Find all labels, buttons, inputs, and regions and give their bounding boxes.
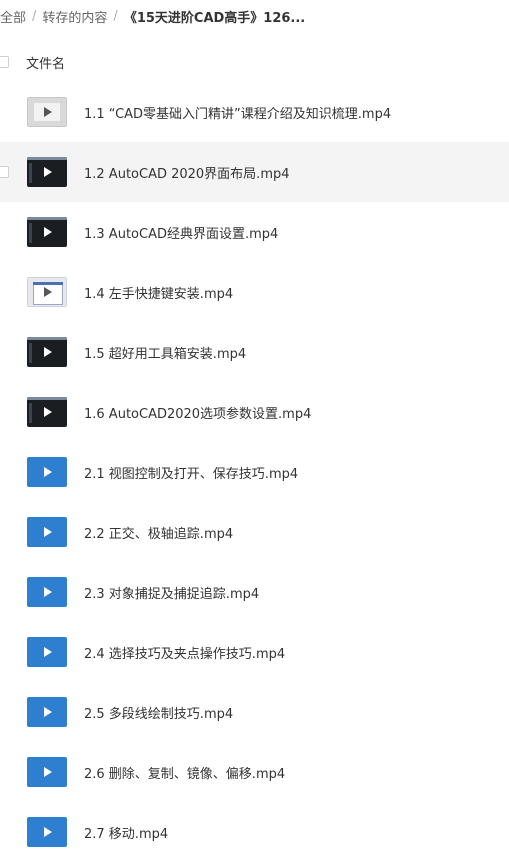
file-row[interactable]: 1.3 AutoCAD经典界面设置.mp4 (0, 202, 509, 262)
file-name-link[interactable]: 1.4 左手快捷键安装.mp4 (84, 283, 233, 302)
file-name-link[interactable]: 2.2 正交、极轴追踪.mp4 (84, 523, 233, 542)
file-row[interactable]: 1.1 “CAD零基础入门精讲”课程介绍及知识梳理.mp4 (0, 82, 509, 142)
play-icon (44, 467, 52, 477)
file-name-link[interactable]: 2.1 视图控制及打开、保存技巧.mp4 (84, 463, 298, 482)
file-name-link[interactable]: 2.6 删除、复制、镜像、偏移.mp4 (84, 763, 285, 782)
video-thumbnail[interactable] (27, 277, 67, 307)
file-name-link[interactable]: 2.3 对象捕捉及捕捉追踪.mp4 (84, 583, 259, 602)
video-thumbnail[interactable] (27, 697, 67, 727)
play-icon (44, 587, 52, 597)
video-thumbnail[interactable] (27, 577, 67, 607)
breadcrumb-separator: / (113, 8, 118, 24)
file-name-link[interactable]: 1.6 AutoCAD2020选项参数设置.mp4 (84, 403, 311, 422)
play-icon (44, 647, 52, 657)
breadcrumb-current: 《15天进阶CAD高手》126... (123, 10, 306, 26)
play-icon (44, 107, 52, 117)
file-row[interactable]: 2.1 视图控制及打开、保存技巧.mp4 (0, 442, 509, 502)
video-thumbnail[interactable] (27, 217, 67, 247)
video-thumbnail[interactable] (27, 637, 67, 667)
play-icon (44, 707, 52, 717)
file-name-link[interactable]: 1.2 AutoCAD 2020界面布局.mp4 (84, 163, 290, 182)
video-thumbnail[interactable] (27, 157, 67, 187)
file-name-link[interactable]: 1.1 “CAD零基础入门精讲”课程介绍及知识梳理.mp4 (84, 103, 391, 122)
play-icon (44, 287, 52, 297)
video-thumbnail[interactable] (27, 517, 67, 547)
file-name-link[interactable]: 2.4 选择技巧及夹点操作技巧.mp4 (84, 643, 285, 662)
file-row[interactable]: 2.7 移动.mp4 (0, 802, 509, 862)
file-row[interactable]: 1.6 AutoCAD2020选项参数设置.mp4 (0, 382, 509, 442)
file-row[interactable]: 1.4 左手快捷键安装.mp4 (0, 262, 509, 322)
play-icon (44, 527, 52, 537)
video-thumbnail[interactable] (27, 337, 67, 367)
file-name-link[interactable]: 1.3 AutoCAD经典界面设置.mp4 (84, 223, 278, 242)
file-row[interactable]: 2.4 选择技巧及夹点操作技巧.mp4 (0, 622, 509, 682)
row-checkbox[interactable] (0, 166, 9, 178)
play-icon (44, 167, 52, 177)
select-all-checkbox[interactable] (0, 56, 9, 68)
play-icon (44, 407, 52, 417)
file-row[interactable]: 2.5 多段线绘制技巧.mp4 (0, 682, 509, 742)
file-name-link[interactable]: 1.5 超好用工具箱安装.mp4 (84, 343, 246, 362)
file-row[interactable]: 1.5 超好用工具箱安装.mp4 (0, 322, 509, 382)
play-icon (44, 347, 52, 357)
file-list-header: 文件名 (0, 44, 509, 80)
play-icon (44, 767, 52, 777)
file-row[interactable]: 2.3 对象捕捉及捕捉追踪.mp4 (0, 562, 509, 622)
breadcrumb-separator: / (32, 8, 37, 24)
video-thumbnail[interactable] (27, 397, 67, 427)
breadcrumb-item-saved[interactable]: 转存的内容 (42, 7, 107, 26)
file-list: 1.1 “CAD零基础入门精讲”课程介绍及知识梳理.mp4 1.2 AutoCAD… (0, 82, 509, 862)
video-thumbnail[interactable] (27, 457, 67, 487)
file-row[interactable]: 2.6 删除、复制、镜像、偏移.mp4 (0, 742, 509, 802)
file-name-link[interactable]: 2.7 移动.mp4 (84, 823, 168, 842)
file-row[interactable]: 2.2 正交、极轴追踪.mp4 (0, 502, 509, 562)
play-icon (44, 227, 52, 237)
video-thumbnail[interactable] (27, 757, 67, 787)
file-name-link[interactable]: 2.5 多段线绘制技巧.mp4 (84, 703, 233, 722)
play-icon (44, 827, 52, 837)
breadcrumb: 全部 / 转存的内容 / 《15天进阶CAD高手》126... (0, 0, 509, 32)
video-thumbnail[interactable] (27, 817, 67, 847)
breadcrumb-item-all[interactable]: 全部 (0, 7, 26, 26)
file-row[interactable]: 1.2 AutoCAD 2020界面布局.mp4 (0, 142, 509, 202)
video-thumbnail[interactable] (27, 97, 67, 127)
column-header-filename[interactable]: 文件名 (26, 53, 65, 72)
